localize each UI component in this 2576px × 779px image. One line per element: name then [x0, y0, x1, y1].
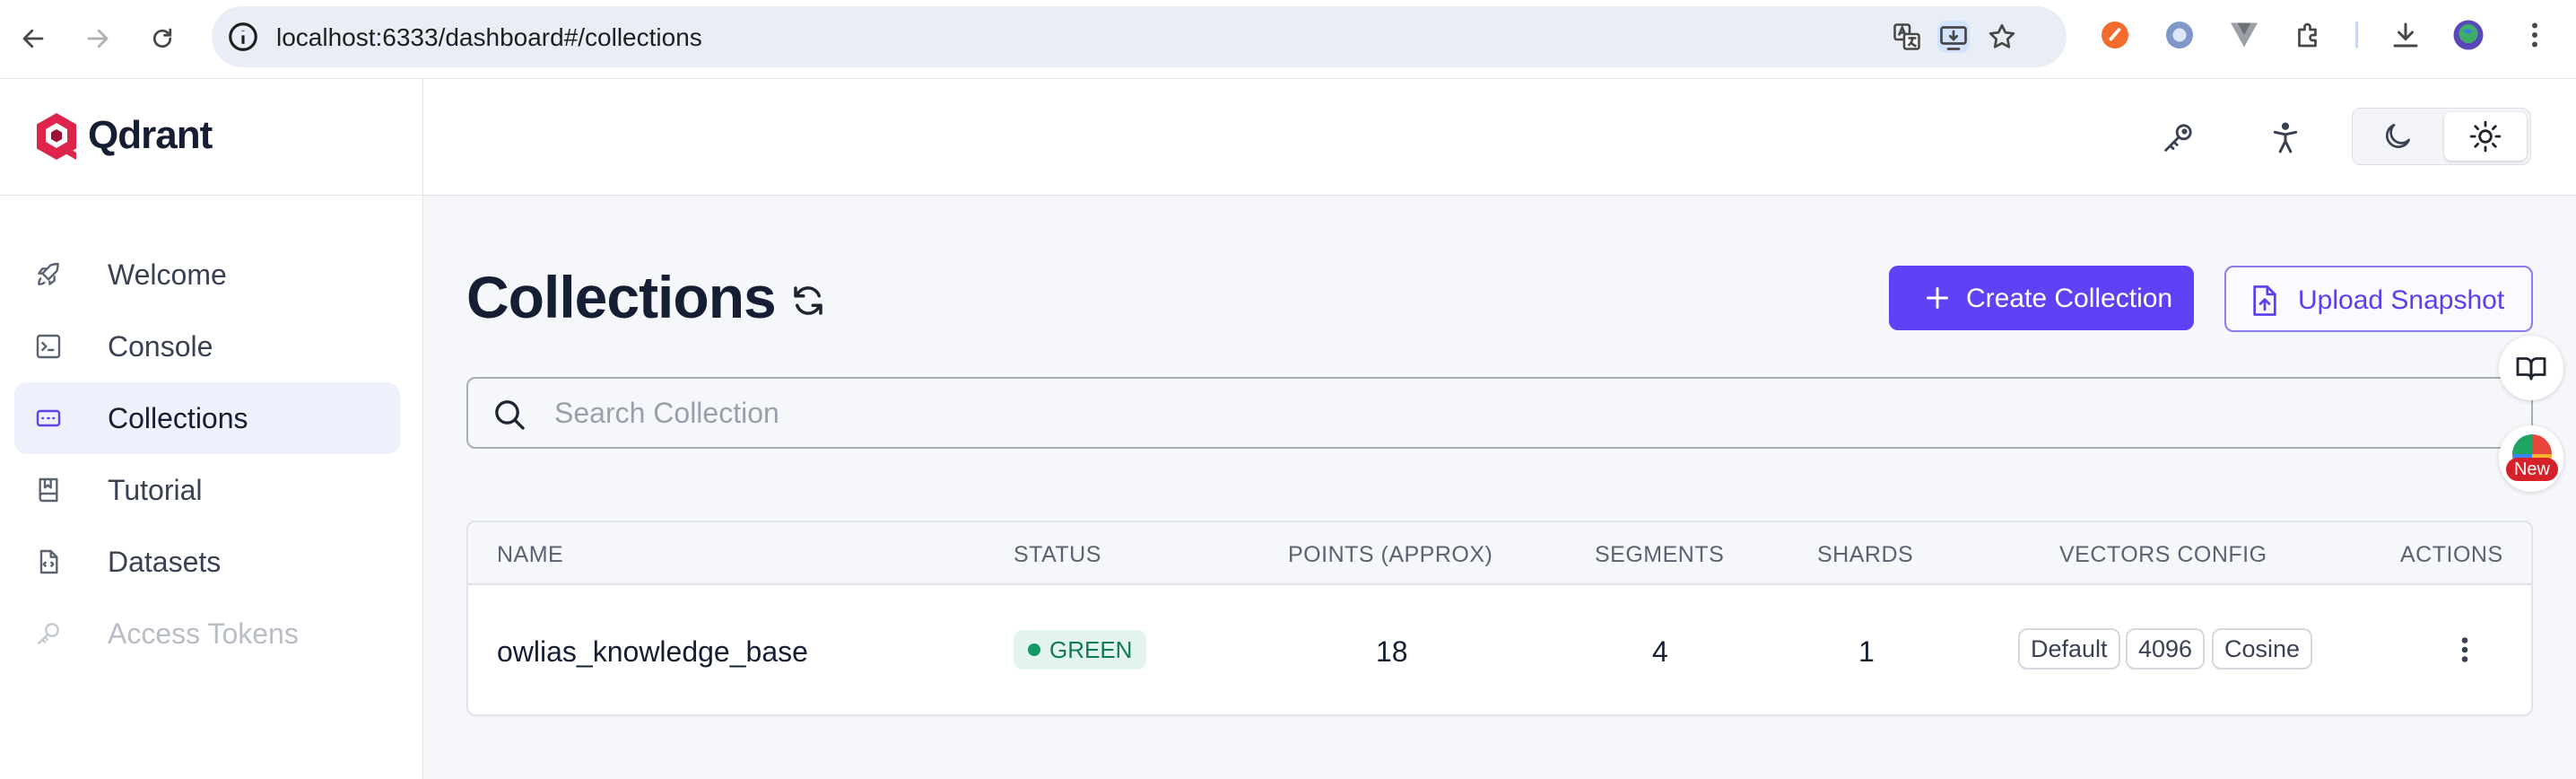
header-name: NAME — [497, 542, 564, 567]
api-key-button[interactable] — [2153, 113, 2203, 163]
refresh-icon[interactable] — [789, 282, 827, 319]
sidebar-item-label: Console — [108, 330, 213, 363]
points-cell: 18 — [1376, 635, 1408, 668]
key-icon — [38, 623, 59, 644]
header-points: POINTS (APPROX) — [1288, 542, 1493, 567]
shards-cell: 1 — [1858, 635, 1875, 668]
key-icon — [2164, 124, 2192, 152]
browser-toolbar: localhost:6333/dashboard#/collections — [0, 0, 2576, 79]
collections-icon — [36, 409, 61, 427]
open-book-icon — [2516, 357, 2546, 381]
create-collection-button[interactable]: Create Collection — [1889, 266, 2194, 330]
moon-icon — [2386, 123, 2411, 148]
profile-avatar-icon[interactable] — [2452, 19, 2485, 51]
rocket-icon — [38, 262, 59, 285]
table-header: NAME STATUS POINTS (APPROX) SEGMENTS SHA… — [468, 522, 2531, 585]
brand[interactable]: Qdrant — [0, 79, 422, 196]
extension-blue-icon[interactable] — [2163, 19, 2196, 51]
vector-distance-chip: Cosine — [2212, 628, 2313, 670]
file-code-icon — [39, 549, 58, 574]
extensions-puzzle-icon[interactable] — [2293, 19, 2325, 51]
brand-name: Qdrant — [88, 113, 213, 157]
file-upload-icon — [2253, 285, 2276, 316]
address-bar[interactable]: localhost:6333/dashboard#/collections — [212, 6, 2067, 67]
sidebar-item-collections[interactable]: Collections — [14, 382, 400, 454]
back-button[interactable] — [11, 16, 56, 61]
whats-new-float-button[interactable]: New — [2499, 425, 2563, 492]
accessibility-icon — [2273, 122, 2298, 153]
sidebar: Qdrant Welcome Console Collections Tutor… — [0, 79, 423, 779]
arrow-left-icon — [22, 29, 44, 48]
sidebar-item-label: Datasets — [108, 546, 222, 578]
collections-table: NAME STATUS POINTS (APPROX) SEGMENTS SHA… — [466, 521, 2533, 716]
segments-cell: 4 — [1652, 635, 1668, 668]
book-icon — [39, 477, 58, 503]
bookmark-star-icon[interactable] — [1986, 21, 2018, 53]
extension-orange-icon[interactable] — [2099, 19, 2131, 51]
sidebar-item-label: Collections — [108, 402, 248, 434]
app-header — [423, 79, 2576, 196]
install-app-icon[interactable] — [1937, 21, 1970, 53]
translate-icon[interactable] — [1891, 21, 1923, 53]
row-actions-menu-icon[interactable] — [2449, 634, 2481, 666]
forward-button[interactable] — [75, 16, 120, 61]
collection-name-link[interactable]: owlias_knowledge_base — [497, 635, 808, 669]
search-icon — [495, 400, 525, 430]
plus-icon — [1927, 287, 1948, 309]
light-mode-option[interactable] — [2444, 112, 2527, 161]
browser-menu-icon[interactable] — [2519, 19, 2551, 51]
sidebar-item-welcome[interactable]: Welcome — [14, 239, 400, 311]
upload-snapshot-label: Upload Snapshot — [2298, 285, 2505, 315]
status-badge: GREEN — [1014, 630, 1147, 670]
vector-size-chip: 4096 — [2126, 628, 2206, 670]
header-segments: SEGMENTS — [1595, 542, 1725, 567]
header-shards: SHARDS — [1817, 542, 1914, 567]
sidebar-item-tutorial[interactable]: Tutorial — [14, 454, 400, 526]
qdrant-logo-icon — [37, 113, 76, 160]
header-status: STATUS — [1014, 542, 1101, 567]
search-input[interactable] — [554, 391, 2483, 434]
extension-vue-icon[interactable] — [2228, 19, 2260, 51]
url-text: localhost:6333/dashboard#/collections — [276, 23, 702, 51]
download-icon[interactable] — [2389, 19, 2422, 51]
reload-icon — [152, 28, 172, 48]
sidebar-item-access-tokens: Access Tokens — [14, 598, 400, 670]
theme-toggle[interactable] — [2352, 108, 2531, 165]
arrow-right-icon — [87, 29, 109, 48]
upload-snapshot-button[interactable]: Upload Snapshot — [2224, 266, 2533, 332]
toolbar-separator — [2355, 22, 2358, 48]
status-text: GREEN — [1049, 636, 1133, 663]
sidebar-item-label: Access Tokens — [108, 617, 299, 650]
terminal-icon — [36, 334, 61, 359]
header-vectors-config: VECTORS CONFIG — [2059, 542, 2267, 567]
new-badge: New — [2506, 458, 2558, 481]
sidebar-item-console[interactable]: Console — [14, 311, 400, 382]
header-actions: ACTIONS — [2400, 542, 2503, 567]
status-dot — [1028, 643, 1040, 656]
docs-float-button[interactable] — [2499, 336, 2563, 400]
search-box[interactable] — [466, 377, 2533, 449]
reload-button[interactable] — [140, 16, 185, 61]
sun-icon — [2469, 120, 2502, 153]
accessibility-button[interactable] — [2260, 113, 2311, 163]
sidebar-item-datasets[interactable]: Datasets — [14, 526, 400, 598]
sidebar-item-label: Welcome — [108, 258, 227, 291]
page-title: Collections — [466, 264, 777, 330]
dark-mode-option[interactable] — [2356, 112, 2439, 161]
create-collection-label: Create Collection — [1966, 284, 2173, 313]
vector-name-chip: Default — [2018, 628, 2120, 670]
sidebar-item-label: Tutorial — [108, 474, 203, 506]
site-info-icon[interactable] — [226, 20, 260, 54]
